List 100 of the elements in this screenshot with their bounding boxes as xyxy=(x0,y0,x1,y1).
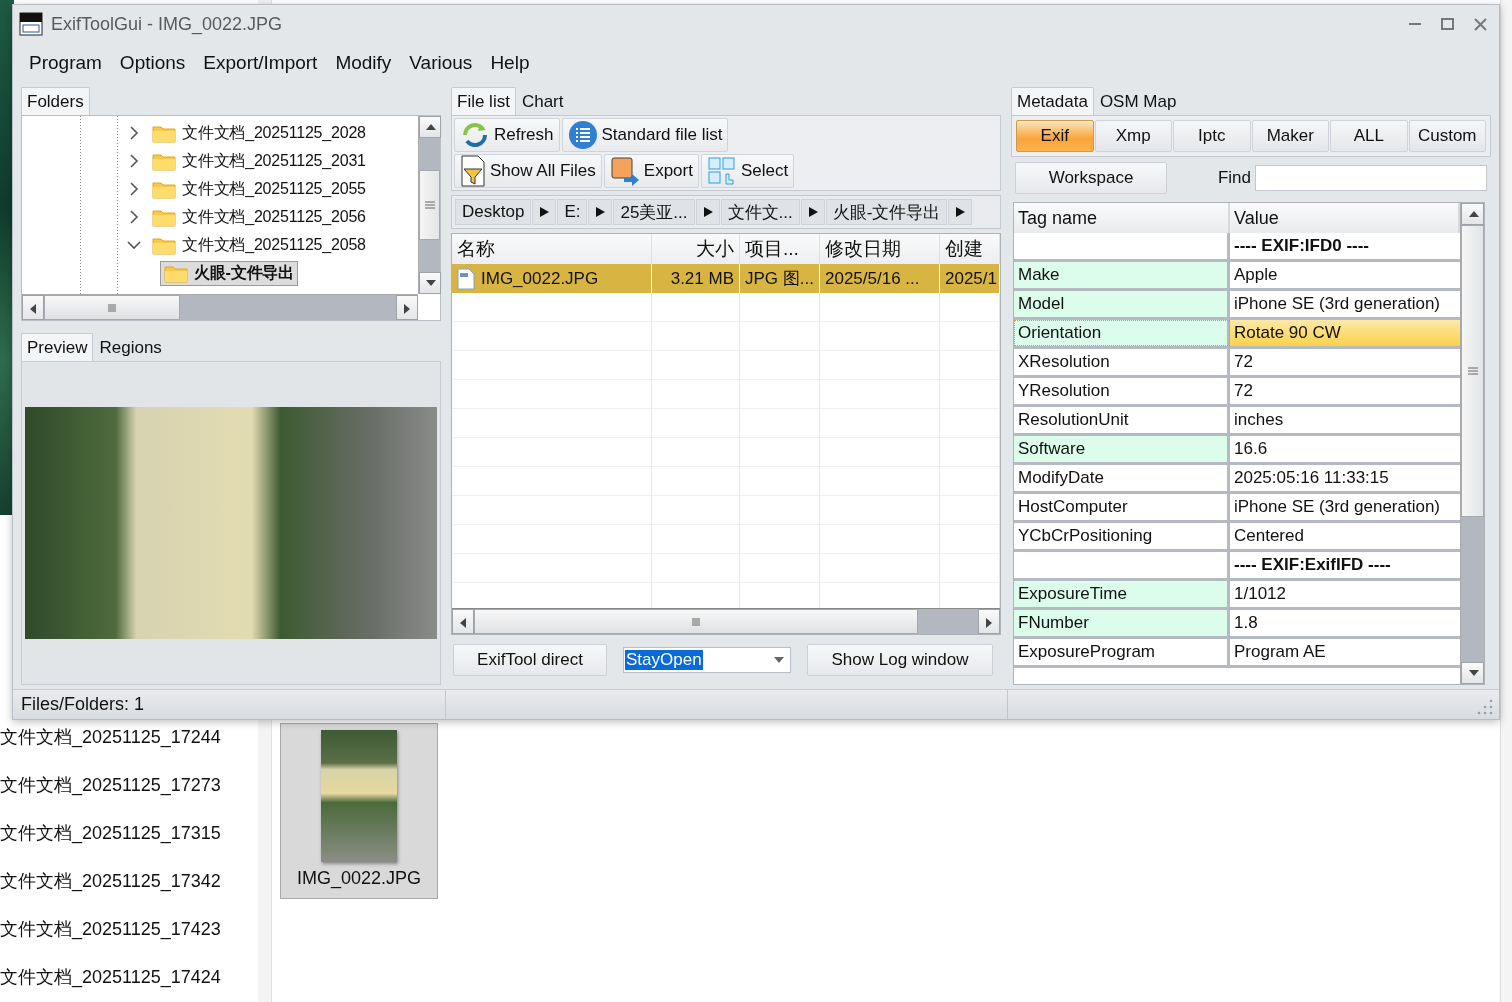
view-button[interactable]: Maker xyxy=(1251,120,1329,152)
thumbnail-tile[interactable]: IMG_0022.JPG xyxy=(280,723,438,899)
triangle-right-icon xyxy=(594,206,607,218)
scroll-left-button[interactable] xyxy=(452,609,474,634)
minimize-icon xyxy=(1409,23,1421,25)
view-button[interactable]: Iptc xyxy=(1173,120,1251,152)
scroll-down-button[interactable] xyxy=(1461,662,1484,684)
grip-icon xyxy=(107,302,117,313)
toolbar-button[interactable]: Standard file list xyxy=(561,118,729,152)
folder-icon xyxy=(152,151,176,171)
breadcrumb-arrow-button[interactable] xyxy=(800,199,825,225)
tag-name-cell[interactable]: ExposureTime xyxy=(1014,581,1230,607)
expand-toggle[interactable] xyxy=(126,240,142,250)
breadcrumb-arrow-button[interactable] xyxy=(588,199,613,225)
grip-icon xyxy=(691,616,701,627)
tag-name-cell[interactable]: Orientation xyxy=(1014,320,1230,346)
scroll-thumb[interactable] xyxy=(44,295,180,320)
image-file-icon xyxy=(457,267,475,290)
scroll-down-button[interactable] xyxy=(419,272,441,294)
find-field[interactable] xyxy=(1255,165,1487,191)
breadcrumb-item[interactable]: E: xyxy=(557,199,588,225)
tag-name-cell[interactable]: Model xyxy=(1014,291,1230,317)
toolbar-button[interactable]: Select xyxy=(700,154,795,188)
explorer-folder-item[interactable]: 文件文档_20251125_17273 xyxy=(0,770,258,800)
toolbar-button[interactable]: Show All Files xyxy=(454,154,602,188)
grip-icon xyxy=(1466,367,1479,375)
file-row[interactable]: IMG_0022.JPG 3.21 MB JPG 图... 2025/5/16 ... 2025/1 xyxy=(452,264,1000,293)
tag-value-cell[interactable]: Rotate 90 CW xyxy=(1230,320,1460,346)
chevron-right-icon xyxy=(129,154,139,168)
scroll-up-button[interactable] xyxy=(1461,203,1484,225)
chevron-right-icon xyxy=(129,126,139,140)
tab[interactable]: OSM Map xyxy=(1093,87,1183,115)
folder-tree-item[interactable]: 文件文档_20251125_2031 xyxy=(148,148,370,174)
chevron-down-icon xyxy=(127,240,141,250)
breadcrumb-arrow-button[interactable] xyxy=(532,199,557,225)
menu-item[interactable]: Modify xyxy=(327,48,400,78)
scroll-left-button[interactable] xyxy=(22,295,44,320)
breadcrumb-item[interactable]: 文件文... xyxy=(720,199,800,225)
menu-item[interactable]: Various xyxy=(401,48,481,78)
breadcrumb-item[interactable]: 火眼-文件导出 xyxy=(825,199,948,225)
breadcrumb-item[interactable]: Desktop xyxy=(455,199,532,225)
explorer-folder-item[interactable]: 文件文档_20251125_17315 xyxy=(0,818,258,848)
triangle-right-icon xyxy=(538,206,551,218)
breadcrumb-item[interactable]: 25美亚... xyxy=(613,199,695,225)
show-log-button[interactable]: Show Log window xyxy=(807,644,993,676)
horizontal-scrollbar[interactable] xyxy=(22,294,418,320)
view-button[interactable]: ALL xyxy=(1330,120,1408,152)
toolbar-button[interactable]: Refresh xyxy=(454,118,560,152)
vertical-scrollbar[interactable] xyxy=(418,116,440,294)
maximize-button[interactable] xyxy=(1439,16,1456,32)
scroll-up-button[interactable] xyxy=(419,116,441,138)
thumbnail-label: IMG_0022.JPG xyxy=(296,868,422,889)
folder-tree-item[interactable]: 文件文档_20251125_2058 xyxy=(148,232,370,258)
scroll-thumb[interactable] xyxy=(1461,225,1484,517)
tab[interactable]: Folders xyxy=(21,87,90,115)
menu-item[interactable]: Export/Import xyxy=(195,48,326,78)
view-button[interactable]: Custom xyxy=(1408,120,1486,152)
horizontal-scrollbar[interactable] xyxy=(452,608,1000,634)
scroll-right-button[interactable] xyxy=(978,609,1000,634)
minimize-button[interactable] xyxy=(1407,21,1423,27)
menu-item[interactable]: Options xyxy=(111,48,194,78)
box-arrow-icon xyxy=(609,156,640,186)
tab[interactable]: Chart xyxy=(515,87,570,115)
explorer-folder-item[interactable]: 文件文档_20251125_17244 xyxy=(0,722,258,752)
mode-dropdown[interactable]: StayOpen xyxy=(623,647,791,673)
tag-name-cell[interactable]: FNumber xyxy=(1014,610,1230,636)
breadcrumb-arrow-button[interactable] xyxy=(695,199,720,225)
tag-name-cell[interactable]: Make xyxy=(1014,262,1230,288)
explorer-folder-item[interactable]: 文件文档_20251125_17424 xyxy=(0,962,258,992)
toolbar-button[interactable]: Export xyxy=(603,154,699,188)
column-header[interactable]: Value xyxy=(1230,203,1460,233)
table-cell: 3.21 MB xyxy=(652,264,740,293)
column-header[interactable]: Tag name xyxy=(1014,203,1230,233)
folder-icon xyxy=(152,179,176,199)
tab[interactable]: Preview xyxy=(21,333,94,361)
scroll-thumb[interactable] xyxy=(419,170,440,240)
exiftool-direct-button[interactable]: ExifTool direct xyxy=(453,644,607,676)
explorer-folder-item[interactable]: 文件文档_20251125_17423 xyxy=(0,914,258,944)
explorer-folder-item[interactable]: 文件文档_20251125_17342 xyxy=(0,866,258,896)
folder-tree-item[interactable]: 文件文档_20251125_2056 xyxy=(148,204,370,230)
view-button[interactable]: Xmp xyxy=(1094,120,1172,152)
scroll-right-button[interactable] xyxy=(396,295,418,320)
workspace-button[interactable]: Workspace xyxy=(1015,162,1167,194)
scroll-thumb[interactable] xyxy=(474,609,918,634)
tab[interactable]: File list xyxy=(451,87,516,115)
tag-name-cell[interactable]: Software xyxy=(1014,436,1230,462)
menu-item[interactable]: Help xyxy=(482,48,538,78)
vertical-scrollbar[interactable] xyxy=(1460,203,1484,684)
breadcrumb-arrow-button[interactable] xyxy=(948,199,973,225)
menu-item[interactable]: Program xyxy=(21,48,110,78)
table-cell: JPG 图... xyxy=(740,264,820,293)
status-text: Files/Folders: 1 xyxy=(13,690,446,719)
tab[interactable]: Metadata xyxy=(1011,87,1094,115)
close-button[interactable] xyxy=(1472,15,1489,33)
triangle-right-icon xyxy=(701,206,714,218)
view-button[interactable]: Exif xyxy=(1016,120,1094,152)
folder-tree-item[interactable]: 文件文档_20251125_2028 xyxy=(148,120,370,146)
tab[interactable]: Regions xyxy=(93,333,168,361)
folder-tree-item[interactable]: 火眼-文件导出 xyxy=(160,260,298,286)
folder-tree-item[interactable]: 文件文档_20251125_2055 xyxy=(148,176,370,202)
